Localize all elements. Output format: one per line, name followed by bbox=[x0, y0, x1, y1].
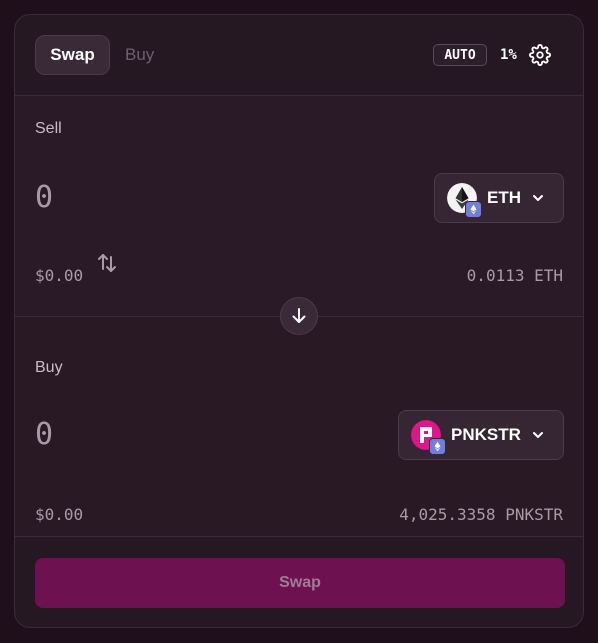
ethereum-chain-icon bbox=[429, 438, 446, 455]
sell-balance[interactable]: 0.0113 ETH bbox=[467, 266, 563, 285]
buy-amount-input[interactable]: 0 bbox=[35, 417, 53, 452]
sell-fiat-value: $0.00 bbox=[35, 266, 84, 285]
buy-section: Buy 0 PNKSTR $0.00 4,025.3358 PNKSTR bbox=[15, 317, 583, 536]
buy-token-symbol: PNKSTR bbox=[451, 425, 521, 444]
ethereum-chain-icon bbox=[465, 201, 482, 218]
swap-submit-button[interactable]: Swap bbox=[35, 558, 565, 608]
slippage-value[interactable]: 1% bbox=[500, 44, 517, 66]
buy-token-icon-wrap bbox=[411, 420, 446, 455]
switch-currency-icon[interactable] bbox=[97, 252, 117, 274]
buy-balance: 4,025.3358 PNKSTR bbox=[399, 505, 563, 524]
buy-fiat-value: $0.00 bbox=[35, 505, 84, 524]
arrow-down-icon bbox=[292, 308, 306, 323]
sell-token-icon-wrap bbox=[447, 183, 482, 218]
tab-buy[interactable]: Buy bbox=[125, 35, 154, 75]
sell-amount-input[interactable]: 0 bbox=[35, 180, 53, 215]
sell-token-symbol: ETH bbox=[487, 188, 521, 207]
buy-token-selector[interactable]: PNKSTR bbox=[398, 410, 564, 460]
buy-label: Buy bbox=[35, 359, 63, 376]
flip-tokens-button[interactable] bbox=[280, 297, 318, 335]
footer-divider bbox=[15, 536, 583, 537]
tab-swap[interactable]: Swap bbox=[35, 35, 110, 75]
swap-widget: Swap Buy AUTO 1% Sell 0 ETH $0.00 0.0113… bbox=[14, 14, 584, 628]
chevron-down-icon bbox=[532, 432, 543, 438]
gear-icon[interactable] bbox=[529, 44, 551, 66]
auto-slippage-badge[interactable]: AUTO bbox=[433, 44, 487, 66]
sell-label: Sell bbox=[35, 120, 62, 137]
sell-section: Sell 0 ETH $0.00 0.0113 ETH bbox=[15, 96, 583, 316]
sell-token-selector[interactable]: ETH bbox=[434, 173, 564, 223]
chevron-down-icon bbox=[533, 195, 543, 201]
